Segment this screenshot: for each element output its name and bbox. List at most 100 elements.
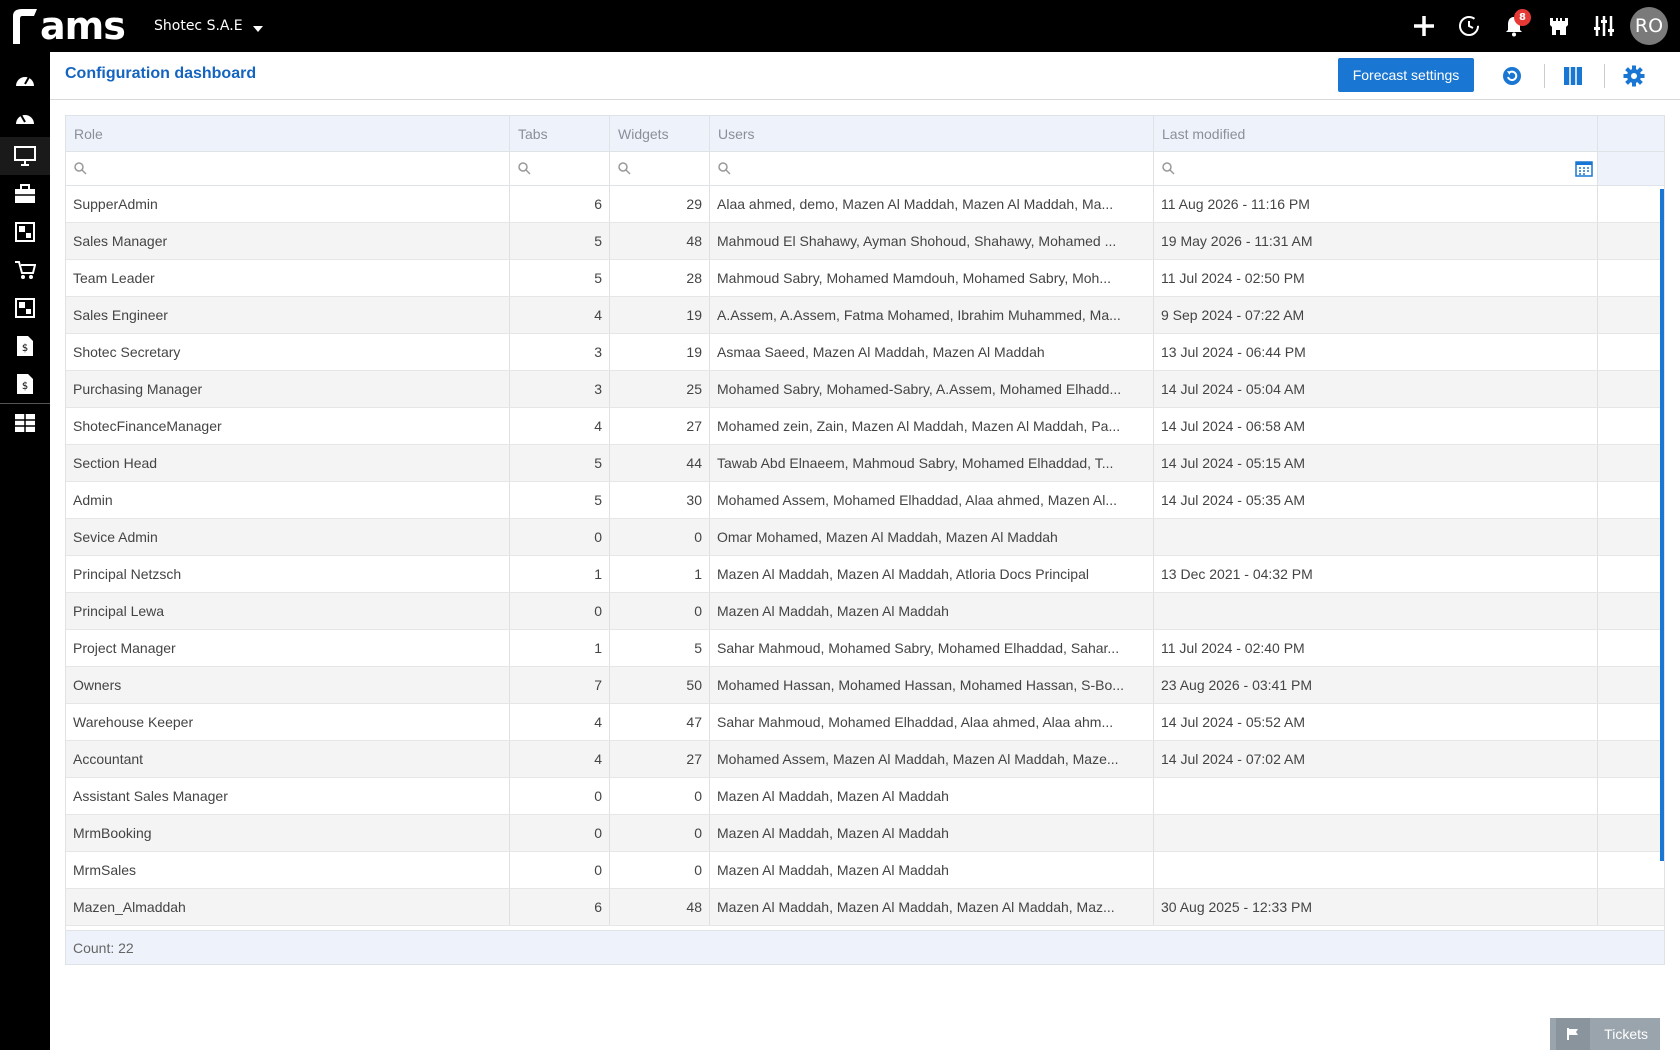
cell-spacer [1598, 556, 1664, 592]
header-divider [1604, 64, 1605, 88]
sidebar-item-monitor[interactable] [0, 137, 50, 175]
cell-role: Mazen_Almaddah [66, 889, 510, 925]
notifications-button[interactable]: 8 [1491, 0, 1536, 52]
cell-widgets: 28 [610, 260, 710, 296]
gear-icon [1623, 65, 1645, 87]
cell-users: Mohamed Sabry, Mohamed-Sabry, A.Assem, M… [710, 371, 1154, 407]
company-selector[interactable]: Shotec S.A.E [154, 18, 263, 34]
sidebar-item-report[interactable] [0, 404, 50, 442]
scrollbar[interactable] [1660, 189, 1664, 861]
refresh-button[interactable] [1498, 62, 1526, 90]
table-row[interactable]: Mazen_Almaddah 6 48 Mazen Al Maddah, Mazen … [66, 889, 1664, 926]
table-row[interactable]: SupperAdmin 6 29 Alaa ahmed, demo, Mazen Al… [66, 186, 1664, 223]
table-row[interactable]: Project Manager 1 5 Sahar Mahmoud, Mohamed … [66, 630, 1664, 667]
table-row[interactable]: Admin 5 30 Mohamed Assem, Mohamed Elhaddad,… [66, 482, 1664, 519]
table-row[interactable]: ShotecFinanceManager 4 27 Mohamed zein, Zai… [66, 408, 1664, 445]
cell-last-modified: 14 Jul 2024 - 05:35 AM [1154, 482, 1598, 518]
company-name: Shotec S.A.E [154, 18, 243, 34]
cell-tabs: 4 [510, 741, 610, 777]
cell-last-modified: 30 Aug 2025 - 12:33 PM [1154, 889, 1598, 925]
column-header-widgets[interactable]: Widgets [610, 116, 710, 151]
column-header-last-modified[interactable]: Last modified [1154, 116, 1598, 151]
cell-tabs: 0 [510, 593, 610, 629]
table-row[interactable]: Sevice Admin 0 0 Omar Mohamed, Mazen Al Mad… [66, 519, 1664, 556]
column-header-role[interactable]: Role [66, 116, 510, 151]
roles-grid: Role Tabs Widgets Users Last modified Su… [65, 115, 1665, 965]
settings-sliders-button[interactable] [1581, 0, 1626, 52]
column-header-users[interactable]: Users [710, 116, 1154, 151]
cell-last-modified: 14 Jul 2024 - 07:02 AM [1154, 741, 1598, 777]
tickets-button[interactable]: Tickets [1550, 1018, 1660, 1050]
user-avatar[interactable]: RO [1630, 7, 1668, 45]
sidebar-item-briefcase[interactable] [0, 175, 50, 213]
table-row[interactable]: Warehouse Keeper 4 47 Sahar Mahmoud, Mohame… [66, 704, 1664, 741]
table-row[interactable]: MrmBooking 0 0 Mazen Al Maddah, Mazen Al Ma… [66, 815, 1664, 852]
modules-alt-icon [15, 298, 35, 318]
table-row[interactable]: Purchasing Manager 3 25 Mohamed Sabry, Moha… [66, 371, 1664, 408]
cell-last-modified: 11 Jul 2024 - 02:40 PM [1154, 630, 1598, 666]
cell-tabs: 3 [510, 334, 610, 370]
report-icon [15, 414, 35, 432]
cell-last-modified: 13 Jul 2024 - 06:44 PM [1154, 334, 1598, 370]
forecast-settings-button[interactable]: Forecast settings [1338, 58, 1474, 92]
filter-users[interactable] [710, 152, 1154, 185]
cell-last-modified: 19 May 2026 - 11:31 AM [1154, 223, 1598, 259]
cell-users: Mohamed Assem, Mohamed Elhaddad, Alaa ah… [710, 482, 1154, 518]
table-row[interactable]: Team Leader 5 28 Mahmoud Sabry, Mohamed Mam… [66, 260, 1664, 297]
sidebar-item-modules-alt[interactable] [0, 289, 50, 327]
table-row[interactable]: Sales Manager 5 48 Mahmoud El Shahawy, Ayma… [66, 223, 1664, 260]
table-row[interactable]: Shotec Secretary 3 19 Asmaa Saeed, Mazen Al… [66, 334, 1664, 371]
cell-tabs: 6 [510, 186, 610, 222]
castle-button[interactable] [1536, 0, 1581, 52]
table-row[interactable]: Owners 7 50 Mohamed Hassan, Mohamed Hassan,… [66, 667, 1664, 704]
cell-tabs: 5 [510, 223, 610, 259]
cell-last-modified: 9 Sep 2024 - 07:22 AM [1154, 297, 1598, 333]
table-row[interactable]: Principal Lewa 0 0 Mazen Al Maddah, Mazen A… [66, 593, 1664, 630]
cell-role: Owners [66, 667, 510, 703]
cell-widgets: 30 [610, 482, 710, 518]
cell-spacer [1598, 630, 1664, 666]
filter-last-modified[interactable] [1154, 152, 1598, 185]
filter-tabs[interactable] [510, 152, 610, 185]
sidebar-item-invoice[interactable]: $ [0, 327, 50, 365]
columns-button[interactable] [1559, 62, 1587, 90]
calendar-icon[interactable] [1575, 160, 1593, 177]
table-row[interactable]: Section Head 5 44 Tawab Abd Elnaeem, Mahmou… [66, 445, 1664, 482]
cell-tabs: 3 [510, 371, 610, 407]
cell-tabs: 1 [510, 556, 610, 592]
filter-role[interactable] [66, 152, 510, 185]
column-header-tabs[interactable]: Tabs [510, 116, 610, 151]
logo-text: ams [40, 4, 126, 48]
cell-role: Accountant [66, 741, 510, 777]
page-header: Configuration dashboard Forecast setting… [50, 52, 1680, 100]
sidebar-item-cart[interactable] [0, 251, 50, 289]
cell-tabs: 5 [510, 482, 610, 518]
add-button[interactable] [1401, 0, 1446, 52]
cell-widgets: 5 [610, 630, 710, 666]
sidebar-item-invoice-alt[interactable]: $ [0, 365, 50, 403]
dashboard-alt-icon [16, 114, 34, 124]
cell-last-modified: 14 Jul 2024 - 05:52 AM [1154, 704, 1598, 740]
table-row[interactable]: Sales Engineer 4 19 A.Assem, A.Assem, Fatma… [66, 297, 1664, 334]
cell-last-modified [1154, 519, 1598, 555]
table-row[interactable]: MrmSales 0 0 Mazen Al Maddah, Mazen Al Madd… [66, 852, 1664, 889]
history-icon [1458, 16, 1479, 36]
cell-last-modified [1154, 778, 1598, 814]
table-row[interactable]: Principal Netzsch 1 1 Mazen Al Maddah, Maze… [66, 556, 1664, 593]
table-row[interactable]: Accountant 4 27 Mohamed Assem, Mazen Al Mad… [66, 741, 1664, 778]
settings-button[interactable] [1620, 62, 1648, 90]
app-logo[interactable]: ams [10, 4, 126, 48]
plus-icon [1413, 16, 1434, 36]
sidebar-item-modules[interactable] [0, 213, 50, 251]
filter-widgets[interactable] [610, 152, 710, 185]
sidebar-item-dashboard-alt[interactable] [0, 99, 50, 137]
cell-widgets: 0 [610, 519, 710, 555]
cell-users: Mazen Al Maddah, Mazen Al Maddah [710, 852, 1154, 888]
cell-users: Mazen Al Maddah, Mazen Al Maddah [710, 593, 1154, 629]
search-icon [618, 162, 631, 175]
cell-role: Principal Lewa [66, 593, 510, 629]
sidebar-item-dashboard[interactable] [0, 61, 50, 99]
history-button[interactable] [1446, 0, 1491, 52]
cell-role: Project Manager [66, 630, 510, 666]
table-row[interactable]: Assistant Sales Manager 0 0 Mazen Al Maddah… [66, 778, 1664, 815]
